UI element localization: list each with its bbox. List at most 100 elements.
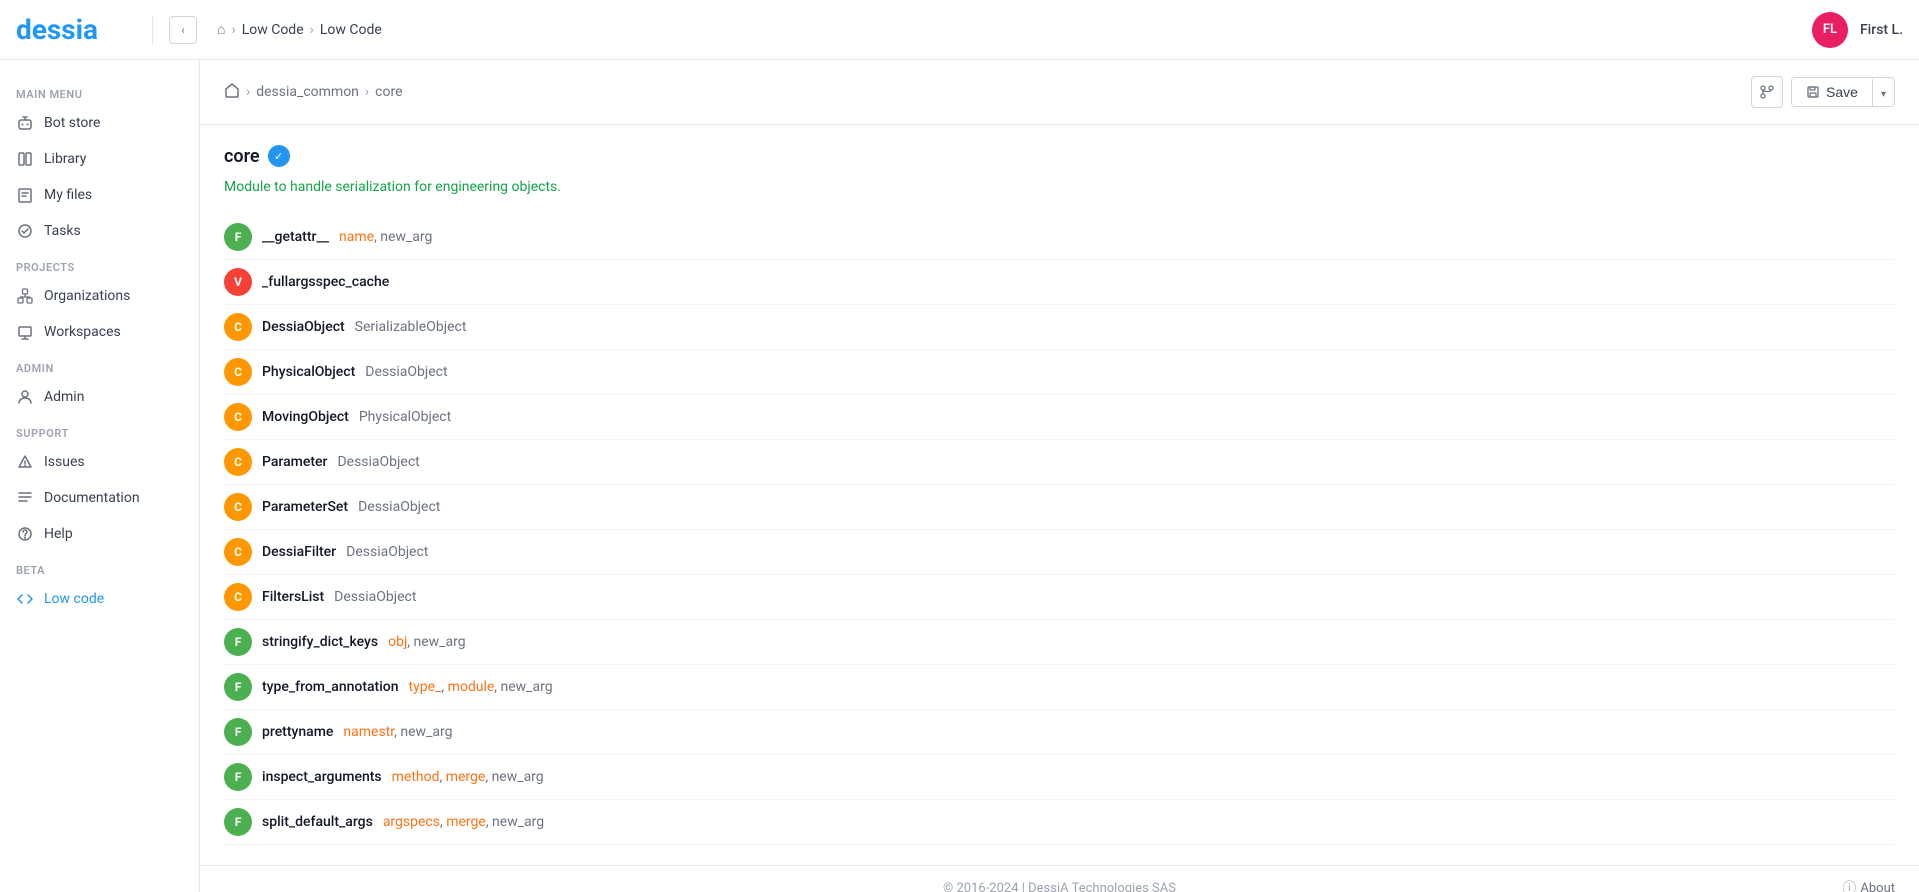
beta-label: Beta: [0, 552, 199, 581]
item-badge-f: F: [224, 718, 252, 746]
module-title: core: [224, 146, 260, 167]
module-description: Module to handle serialization for engin…: [224, 179, 1895, 195]
home-icon[interactable]: ⌂: [217, 21, 225, 38]
item-name: type_from_annotation: [262, 679, 399, 695]
item-name: FiltersList: [262, 589, 324, 605]
header-actions: Save ▾: [1751, 76, 1895, 108]
item-name: PhysicalObject: [262, 364, 355, 380]
item-badge-c: C: [224, 538, 252, 566]
breadcrumb-sep-2: ›: [365, 84, 369, 100]
item-params: argspecs, merge, new_arg: [383, 814, 544, 830]
issues-icon: [16, 453, 34, 471]
footer-copyright: © 2016-2024 | DessiA Technologies SAS: [781, 881, 1338, 892]
user-initials: FL: [1823, 22, 1837, 37]
nav-breadcrumb-2[interactable]: Low Code: [320, 22, 382, 38]
sidebar-item-admin[interactable]: Admin: [0, 379, 199, 415]
item-params: DessiaObject: [337, 454, 419, 470]
workspaces-icon: [16, 323, 34, 341]
table-row[interactable]: C DessiaObject SerializableObject: [224, 305, 1895, 350]
help-icon: [16, 525, 34, 543]
module-title-row: core ✓: [224, 145, 1895, 167]
item-name: __getattr__: [262, 229, 329, 245]
sidebar-item-issues[interactable]: Issues: [0, 444, 199, 480]
item-name: ParameterSet: [262, 499, 348, 515]
bot-store-icon: [16, 114, 34, 132]
table-row[interactable]: F split_default_args argspecs, merge, ne…: [224, 800, 1895, 845]
table-row[interactable]: V _fullargsspec_cache: [224, 260, 1895, 305]
sidebar-item-workspaces[interactable]: Workspaces: [0, 314, 199, 350]
branch-button[interactable]: [1751, 76, 1783, 108]
sidebar-item-tasks[interactable]: Tasks: [0, 213, 199, 249]
breadcrumb-sep-1: ›: [246, 84, 250, 100]
save-dropdown-button[interactable]: ▾: [1872, 79, 1894, 106]
library-icon: [16, 150, 34, 168]
table-row[interactable]: C MovingObject PhysicalObject: [224, 395, 1895, 440]
sidebar-label-admin: Admin: [44, 389, 84, 405]
item-name: DessiaObject: [262, 319, 345, 335]
table-row[interactable]: F prettyname namestr, new_arg: [224, 710, 1895, 755]
sidebar-label-documentation: Documentation: [44, 490, 140, 506]
support-label: Support: [0, 415, 199, 444]
user-avatar[interactable]: FL: [1812, 12, 1848, 48]
table-row[interactable]: C ParameterSet DessiaObject: [224, 485, 1895, 530]
item-params: PhysicalObject: [359, 409, 451, 425]
topbar-right: FL First L.: [1812, 12, 1903, 48]
item-params: method, merge, new_arg: [392, 769, 544, 785]
table-row[interactable]: C DessiaFilter DessiaObject: [224, 530, 1895, 575]
table-row[interactable]: C PhysicalObject DessiaObject: [224, 350, 1895, 395]
table-row[interactable]: F type_from_annotation type_, module, ne…: [224, 665, 1895, 710]
table-row[interactable]: F inspect_arguments method, merge, new_a…: [224, 755, 1895, 800]
sidebar-item-organizations[interactable]: Organizations: [0, 278, 199, 314]
breadcrumb-core[interactable]: core: [375, 84, 402, 100]
about-link[interactable]: ⓘ About: [1338, 878, 1895, 892]
sidebar-label-organizations: Organizations: [44, 288, 130, 304]
sidebar-item-my-files[interactable]: My files: [0, 177, 199, 213]
nav-sep-2: ›: [310, 22, 314, 38]
table-row[interactable]: C FiltersList DessiaObject: [224, 575, 1895, 620]
item-badge-f: F: [224, 763, 252, 791]
sidebar-label-workspaces: Workspaces: [44, 324, 121, 340]
sidebar-item-low-code[interactable]: Low code: [0, 581, 199, 617]
item-params: DessiaObject: [346, 544, 428, 560]
content-footer: © 2016-2024 | DessiA Technologies SAS ⓘ …: [200, 865, 1919, 892]
nav-breadcrumb-1[interactable]: Low Code: [242, 22, 304, 38]
item-params: DessiaObject: [365, 364, 447, 380]
low-code-icon: [16, 590, 34, 608]
save-label: Save: [1826, 84, 1858, 100]
main-menu-label: Main menu: [0, 76, 199, 105]
breadcrumb-home-icon[interactable]: [224, 82, 240, 102]
table-row[interactable]: C Parameter DessiaObject: [224, 440, 1895, 485]
item-name: _fullargsspec_cache: [262, 274, 389, 290]
sidebar-label-library: Library: [44, 151, 86, 167]
sidebar: Main menu Bot store Library My files Tas…: [0, 60, 200, 892]
item-badge-c: C: [224, 358, 252, 386]
sidebar-label-my-files: My files: [44, 187, 92, 203]
sidebar-item-bot-store[interactable]: Bot store: [0, 105, 199, 141]
logo-text: dessia: [16, 13, 98, 46]
projects-label: Projects: [0, 249, 199, 278]
item-params: namestr, new_arg: [343, 724, 452, 740]
back-button[interactable]: ‹: [169, 16, 197, 44]
item-name: Parameter: [262, 454, 327, 470]
item-badge-f: F: [224, 673, 252, 701]
item-badge-c: C: [224, 493, 252, 521]
table-row[interactable]: F stringify_dict_keys obj, new_arg: [224, 620, 1895, 665]
item-badge-f: F: [224, 808, 252, 836]
divider: [152, 15, 153, 45]
breadcrumb-dessia-common[interactable]: dessia_common: [256, 84, 359, 100]
item-name: inspect_arguments: [262, 769, 382, 785]
module-badge[interactable]: ✓: [268, 145, 290, 167]
sidebar-item-documentation[interactable]: Documentation: [0, 480, 199, 516]
sidebar-item-help[interactable]: Help: [0, 516, 199, 552]
table-row[interactable]: F __getattr__ name, new_arg: [224, 215, 1895, 260]
sidebar-item-library[interactable]: Library: [0, 141, 199, 177]
topbar: dessia ‹ ⌂ › Low Code › Low Code FL Firs…: [0, 0, 1919, 60]
save-button[interactable]: Save: [1792, 78, 1872, 106]
admin-icon: [16, 388, 34, 406]
topbar-nav: ⌂ › Low Code › Low Code: [205, 21, 1804, 38]
item-params: DessiaObject: [358, 499, 440, 515]
item-name: prettyname: [262, 724, 333, 740]
item-name: split_default_args: [262, 814, 373, 830]
user-name: First L.: [1860, 22, 1903, 38]
item-badge-c: C: [224, 403, 252, 431]
